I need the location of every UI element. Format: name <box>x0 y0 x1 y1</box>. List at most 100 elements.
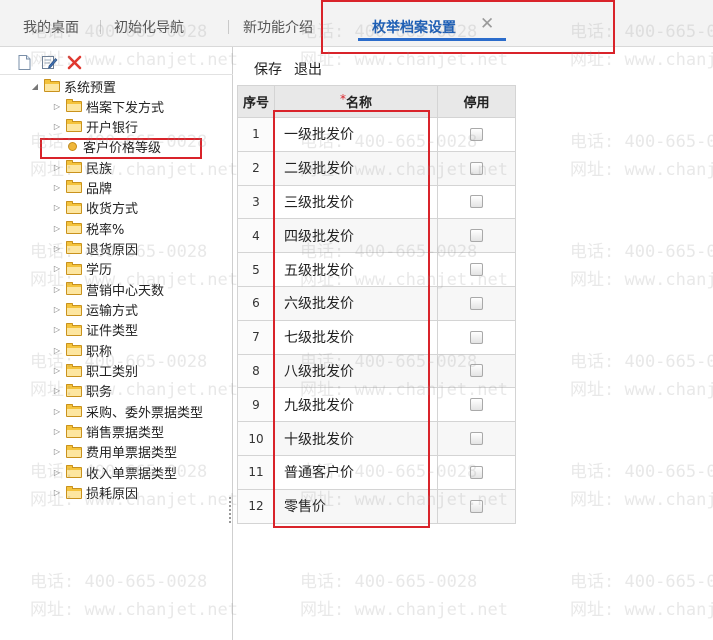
collapse-arrow-icon[interactable]: ▷ <box>52 224 62 233</box>
disabled-checkbox[interactable] <box>470 364 483 378</box>
exit-button[interactable]: 退出 <box>294 59 322 79</box>
disabled-checkbox[interactable] <box>470 229 483 243</box>
tree-node[interactable]: ▷ 品牌 <box>52 177 112 197</box>
collapse-arrow-icon[interactable]: ▷ <box>52 285 62 294</box>
tree-node-root[interactable]: ◢ 系统预置 <box>30 76 116 96</box>
collapse-arrow-icon[interactable]: ▷ <box>52 427 62 436</box>
name-cell[interactable]: 七级批发价 <box>274 319 438 355</box>
save-button[interactable]: 保存 <box>254 59 282 79</box>
name-cell[interactable]: 普通客户价 <box>274 454 438 490</box>
tree-node-label: 职工类别 <box>86 365 139 381</box>
table-row[interactable]: 7 七级批发价 <box>237 319 516 355</box>
collapse-arrow-icon[interactable]: ▷ <box>52 183 62 192</box>
tab-my-desktop[interactable]: 我的桌面 <box>23 17 79 37</box>
collapse-arrow-icon[interactable]: ▷ <box>52 407 62 416</box>
name-cell[interactable]: 二级批发价 <box>274 150 438 186</box>
column-header-name-label: 名称 <box>345 96 372 111</box>
disabled-checkbox[interactable] <box>470 296 483 310</box>
collapse-arrow-icon[interactable]: ▷ <box>52 447 62 456</box>
table-row[interactable]: 10 十级批发价 <box>237 421 516 456</box>
new-document-icon[interactable] <box>16 54 33 71</box>
name-cell[interactable]: 六级批发价 <box>274 285 438 321</box>
tree-node[interactable]: ▷ 收入单票据类型 <box>52 462 177 482</box>
disabled-checkbox[interactable] <box>470 263 483 277</box>
name-cell[interactable]: 四级批发价 <box>274 218 438 254</box>
tree-node[interactable]: 客户价格等级 <box>52 137 161 157</box>
table-row[interactable]: 11 普通客户价 <box>237 454 516 490</box>
tree-node-label: 损耗原因 <box>86 487 139 503</box>
disabled-checkbox[interactable] <box>470 398 483 412</box>
tree-node[interactable]: ▷ 营销中心天数 <box>52 279 164 299</box>
close-icon[interactable]: ✕ <box>480 14 494 34</box>
table-row[interactable]: 3 三级批发价 <box>237 184 516 220</box>
tree-node[interactable]: ▷ 运输方式 <box>52 300 138 320</box>
tree-node[interactable]: ▷ 学历 <box>52 259 112 279</box>
tree-node[interactable]: ▷ 民族 <box>52 157 112 177</box>
collapse-arrow-icon[interactable]: ▷ <box>52 122 62 131</box>
table-row[interactable]: 5 五级批发价 <box>237 252 516 287</box>
collapse-arrow-icon[interactable]: ▷ <box>52 264 62 273</box>
disabled-checkbox[interactable] <box>470 432 483 446</box>
folder-icon <box>66 485 82 499</box>
table-row[interactable]: 4 四级批发价 <box>237 218 516 254</box>
disabled-checkbox[interactable] <box>470 127 483 141</box>
column-header-name: *名称 <box>274 85 438 118</box>
tab-new-features[interactable]: 新功能介绍 <box>243 17 313 37</box>
name-cell[interactable]: 一级批发价 <box>274 117 438 152</box>
name-cell[interactable]: 零售价 <box>274 488 438 524</box>
collapse-arrow-icon[interactable]: ▷ <box>52 346 62 355</box>
name-cell[interactable]: 三级批发价 <box>274 184 438 220</box>
table-row[interactable]: 9 九级批发价 <box>237 387 516 423</box>
name-cell[interactable]: 八级批发价 <box>274 353 438 389</box>
tree-node[interactable]: ▷ 退货原因 <box>52 238 138 258</box>
collapse-arrow-icon[interactable]: ▷ <box>52 163 62 172</box>
tree-toolbar <box>16 53 83 71</box>
collapse-arrow-icon[interactable]: ▷ <box>52 325 62 334</box>
tree-node[interactable]: ▷ 收货方式 <box>52 198 138 218</box>
tree-node[interactable]: ▷ 损耗原因 <box>52 483 138 503</box>
tree-node[interactable]: ▷ 采购、委外票据类型 <box>52 401 203 421</box>
collapse-arrow-icon[interactable]: ▷ <box>52 468 62 477</box>
disabled-checkbox[interactable] <box>470 465 483 479</box>
collapse-arrow-icon[interactable]: ▷ <box>52 488 62 497</box>
disabled-checkbox[interactable] <box>470 161 483 175</box>
column-header-no: 序号 <box>237 85 275 118</box>
tree-node[interactable]: ▷ 证件类型 <box>52 320 138 340</box>
tab-enum-archive-settings[interactable]: 枚举档案设置 <box>372 17 456 37</box>
tree-node[interactable]: ▷ 开户银行 <box>52 116 138 136</box>
tree-node[interactable]: ▷ 销售票据类型 <box>52 422 164 442</box>
name-cell[interactable]: 五级批发价 <box>274 252 438 287</box>
table-header-row: 序号 *名称 停用 <box>237 85 516 118</box>
tree-node[interactable]: ▷ 职工类别 <box>52 361 138 381</box>
collapse-arrow-icon[interactable]: ▷ <box>52 102 62 111</box>
row-number: 8 <box>237 353 275 389</box>
splitter-handle[interactable] <box>228 497 232 525</box>
collapse-arrow-icon[interactable]: ▷ <box>52 366 62 375</box>
table-row[interactable]: 6 六级批发价 <box>237 285 516 321</box>
tree-node[interactable]: ▷ 职称 <box>52 340 112 360</box>
tab-init-navigation[interactable]: 初始化导航 <box>114 17 184 37</box>
table-row[interactable]: 8 八级批发价 <box>237 353 516 389</box>
row-number: 9 <box>237 387 275 423</box>
table-row[interactable]: 2 二级批发价 <box>237 150 516 186</box>
disabled-checkbox[interactable] <box>470 195 483 209</box>
edit-icon[interactable] <box>41 54 58 71</box>
name-cell[interactable]: 十级批发价 <box>274 421 438 456</box>
tree-node[interactable]: ▷ 档案下发方式 <box>52 96 164 116</box>
row-number: 4 <box>237 218 275 254</box>
tree-node[interactable]: ▷ 税率% <box>52 218 124 238</box>
delete-icon[interactable] <box>66 54 83 71</box>
collapse-arrow-icon[interactable]: ▷ <box>52 203 62 212</box>
disabled-checkbox[interactable] <box>470 499 483 513</box>
table-row[interactable]: 12 零售价 <box>237 488 516 524</box>
tree-node[interactable]: ▷ 费用单票据类型 <box>52 442 177 462</box>
table-row[interactable]: 1 一级批发价 <box>237 117 516 152</box>
collapse-arrow-icon[interactable]: ▷ <box>52 386 62 395</box>
tree-node-label: 开户银行 <box>86 120 139 136</box>
collapse-arrow-icon[interactable]: ▷ <box>52 305 62 314</box>
expand-arrow-icon[interactable]: ◢ <box>30 82 40 91</box>
collapse-arrow-icon[interactable]: ▷ <box>52 244 62 253</box>
disabled-checkbox[interactable] <box>470 330 483 344</box>
tree-node[interactable]: ▷ 职务 <box>52 381 112 401</box>
name-cell[interactable]: 九级批发价 <box>274 387 438 423</box>
